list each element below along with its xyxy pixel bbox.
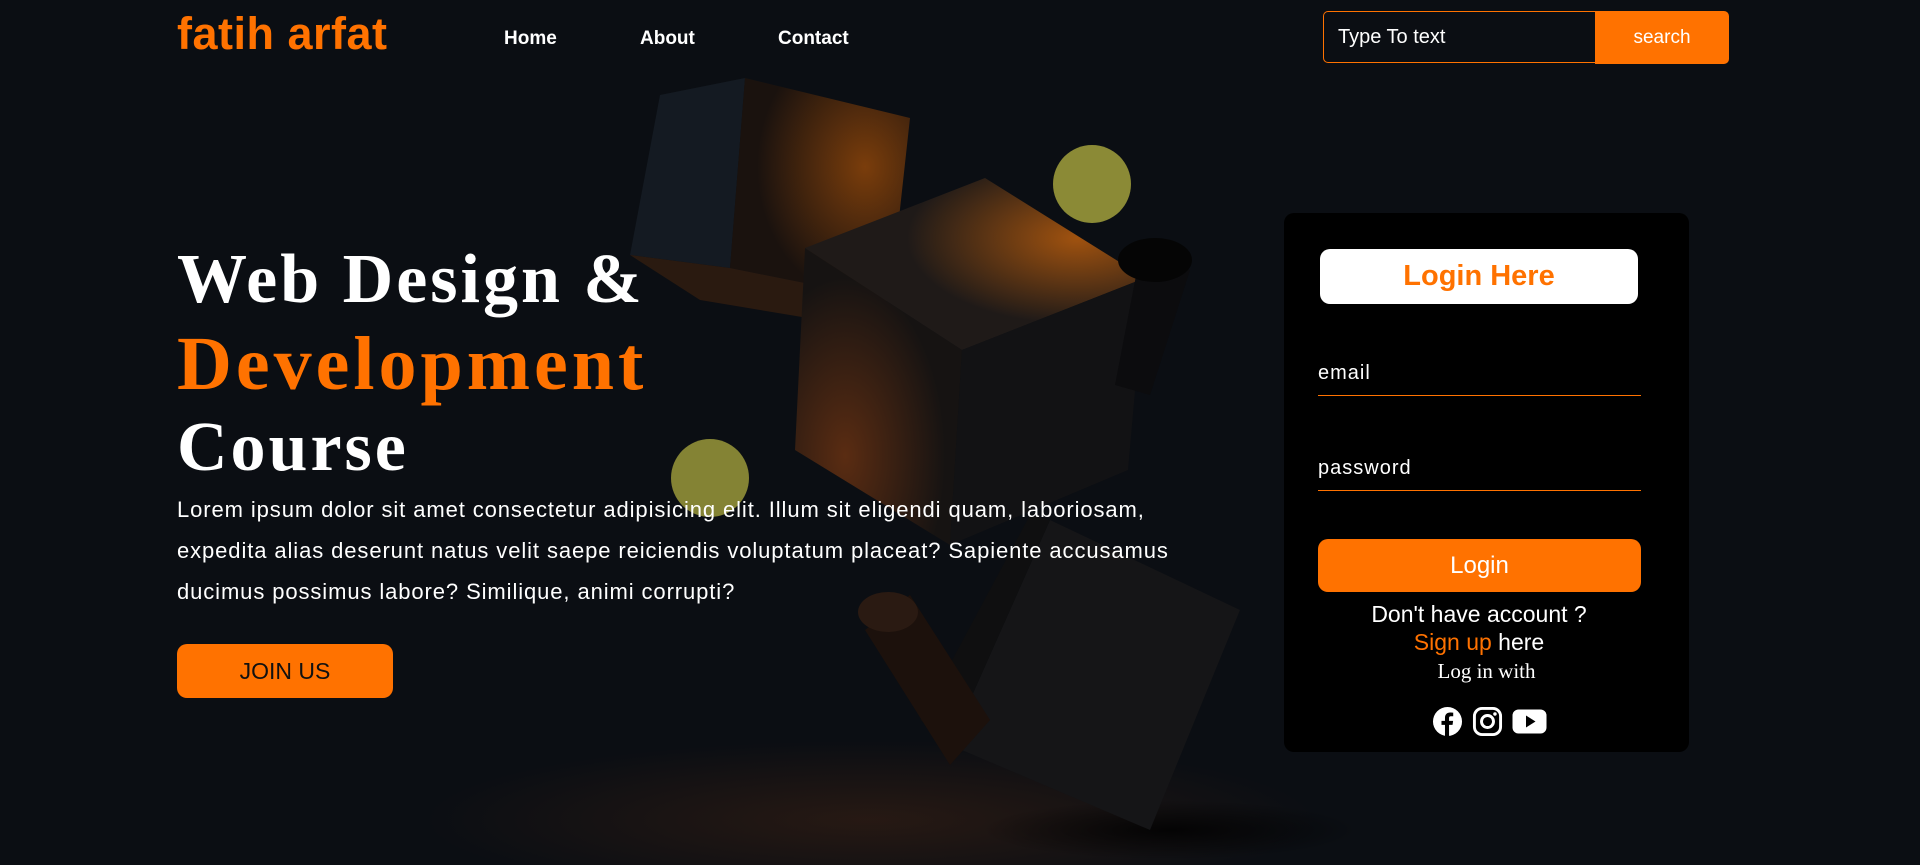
nav-item-about[interactable]: About bbox=[640, 28, 695, 50]
signup-prompt: Don't have account ? Sign up here bbox=[1284, 600, 1674, 656]
signup-suffix: here bbox=[1498, 629, 1545, 655]
nav-item-home[interactable]: Home bbox=[504, 28, 557, 50]
hero-title: Web Design & Development Course bbox=[177, 238, 647, 490]
login-card: Login Here Login Don't have account ? Si… bbox=[1284, 213, 1689, 752]
search-button[interactable]: search bbox=[1595, 11, 1729, 64]
login-title: Login Here bbox=[1320, 249, 1638, 304]
hero-description: Lorem ipsum dolor sit amet consectetur a… bbox=[177, 497, 1169, 604]
social-login-icons bbox=[1432, 706, 1552, 740]
orb-shape bbox=[1053, 145, 1131, 223]
password-field[interactable] bbox=[1318, 446, 1641, 491]
signup-link[interactable]: Sign up bbox=[1414, 629, 1492, 655]
email-field[interactable] bbox=[1318, 351, 1641, 396]
hero-title-line: Web Design & bbox=[177, 241, 645, 318]
youtube-icon[interactable] bbox=[1512, 706, 1547, 737]
instagram-icon[interactable] bbox=[1472, 706, 1503, 737]
nav-item-contact[interactable]: Contact bbox=[778, 28, 849, 50]
signup-line: Sign up here bbox=[1284, 628, 1674, 656]
login-button[interactable]: Login bbox=[1318, 539, 1641, 592]
no-account-text: Don't have account ? bbox=[1371, 601, 1587, 627]
facebook-icon[interactable] bbox=[1432, 706, 1463, 737]
join-us-button[interactable]: JOIN US bbox=[177, 644, 393, 698]
search-input[interactable] bbox=[1323, 11, 1595, 63]
brand-logo[interactable]: fatih arfat bbox=[177, 8, 388, 60]
login-with-label: Log in with bbox=[1437, 659, 1536, 683]
hero-title-line: Course bbox=[177, 409, 409, 486]
hero-title-accent: Development bbox=[177, 322, 648, 406]
